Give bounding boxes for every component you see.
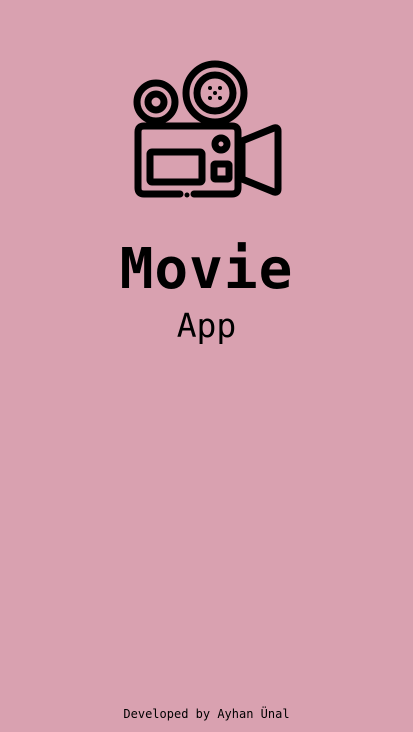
app-subtitle: App: [176, 306, 237, 345]
developer-credit: Developed by Ayhan Ünal: [123, 707, 290, 721]
app-title: Movie: [119, 237, 294, 302]
movie-camera-icon: [133, 60, 282, 198]
splash-screen: Movie App Developed by Ayhan Ünal: [0, 0, 413, 732]
